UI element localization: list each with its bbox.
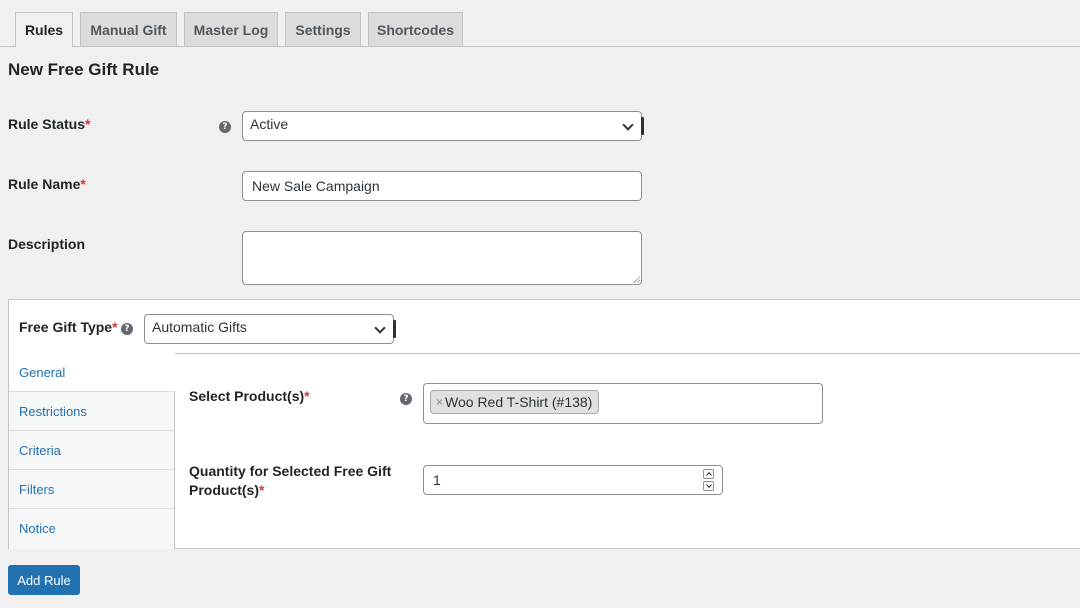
free-gift-type-label: Free Gift Type* xyxy=(19,319,118,335)
rule-status-label: Rule Status* xyxy=(8,116,90,132)
rule-name-label: Rule Name* xyxy=(8,176,86,192)
quantity-label-line1: Quantity for Selected Free Gift xyxy=(189,463,392,479)
help-icon[interactable]: ? xyxy=(121,323,133,335)
description-textarea[interactable] xyxy=(242,231,642,285)
nav-tabs: Rules Manual Gift Master Log Settings Sh… xyxy=(0,0,1080,47)
product-tag: × Woo Red T-Shirt (#138) xyxy=(430,390,600,414)
required-marker: * xyxy=(112,319,118,335)
side-tab-criteria[interactable]: Criteria xyxy=(9,431,174,470)
required-marker: * xyxy=(259,482,265,498)
spin-down-icon[interactable] xyxy=(703,481,714,491)
select-products-label: Select Product(s)* xyxy=(189,388,310,404)
side-tabs: General Restrictions Criteria Filters No… xyxy=(9,353,175,549)
tab-rules[interactable]: Rules xyxy=(15,12,73,47)
required-marker: * xyxy=(80,176,86,192)
description-label: Description xyxy=(8,236,86,252)
resize-grip-icon xyxy=(393,320,396,338)
chevron-down-icon xyxy=(374,322,386,334)
product-tag-label: Woo Red T-Shirt (#138) xyxy=(445,394,593,410)
tab-divider xyxy=(0,46,1080,47)
remove-tag-icon[interactable]: × xyxy=(436,395,443,409)
side-tab-notice[interactable]: Notice xyxy=(9,509,174,548)
page-title: New Free Gift Rule xyxy=(8,60,160,79)
required-marker: * xyxy=(304,388,310,404)
tab-manual-gift[interactable]: Manual Gift xyxy=(80,12,177,46)
side-tab-filters[interactable]: Filters xyxy=(9,470,174,509)
rule-settings-panel: Free Gift Type* ? Automatic Gifts Genera… xyxy=(8,299,1080,549)
rule-status-value: Active xyxy=(250,116,289,132)
add-rule-button[interactable]: Add Rule xyxy=(8,565,80,595)
tab-settings[interactable]: Settings xyxy=(285,12,361,46)
rule-status-select[interactable]: Active xyxy=(242,111,644,141)
panel-header: Free Gift Type* ? Automatic Gifts xyxy=(9,300,1080,354)
help-icon[interactable]: ? xyxy=(400,393,412,405)
side-tab-general[interactable]: General xyxy=(9,353,175,392)
rule-name-input[interactable]: New Sale Campaign xyxy=(242,171,642,201)
help-icon[interactable]: ? xyxy=(219,121,231,133)
rule-status-label-text: Rule Status xyxy=(8,116,86,132)
spin-up-icon[interactable] xyxy=(703,469,714,479)
select-products-field[interactable]: × Woo Red T-Shirt (#138) xyxy=(423,383,823,424)
quantity-value: 1 xyxy=(433,472,441,488)
chevron-down-icon xyxy=(622,119,634,131)
resize-grip-icon xyxy=(641,117,644,135)
quantity-label-line2: Product(s) xyxy=(189,482,259,498)
tab-shortcodes[interactable]: Shortcodes xyxy=(368,12,463,46)
resize-handle-icon[interactable] xyxy=(633,276,640,283)
quantity-label: Quantity for Selected Free Gift Product(… xyxy=(189,462,391,500)
free-gift-type-label-text: Free Gift Type xyxy=(19,319,113,335)
rule-name-value: New Sale Campaign xyxy=(252,178,380,194)
required-marker: * xyxy=(85,116,91,132)
rule-name-label-text: Rule Name xyxy=(8,176,81,192)
free-gift-type-value: Automatic Gifts xyxy=(152,319,247,335)
tab-master-log[interactable]: Master Log xyxy=(184,12,278,46)
free-gift-type-select[interactable]: Automatic Gifts xyxy=(144,314,396,344)
select-products-label-text: Select Product(s) xyxy=(189,388,305,404)
side-tab-restrictions[interactable]: Restrictions xyxy=(9,392,174,431)
quantity-stepper[interactable]: 1 xyxy=(423,465,723,495)
quantity-label-line2-wrap: Product(s)* xyxy=(189,481,391,500)
